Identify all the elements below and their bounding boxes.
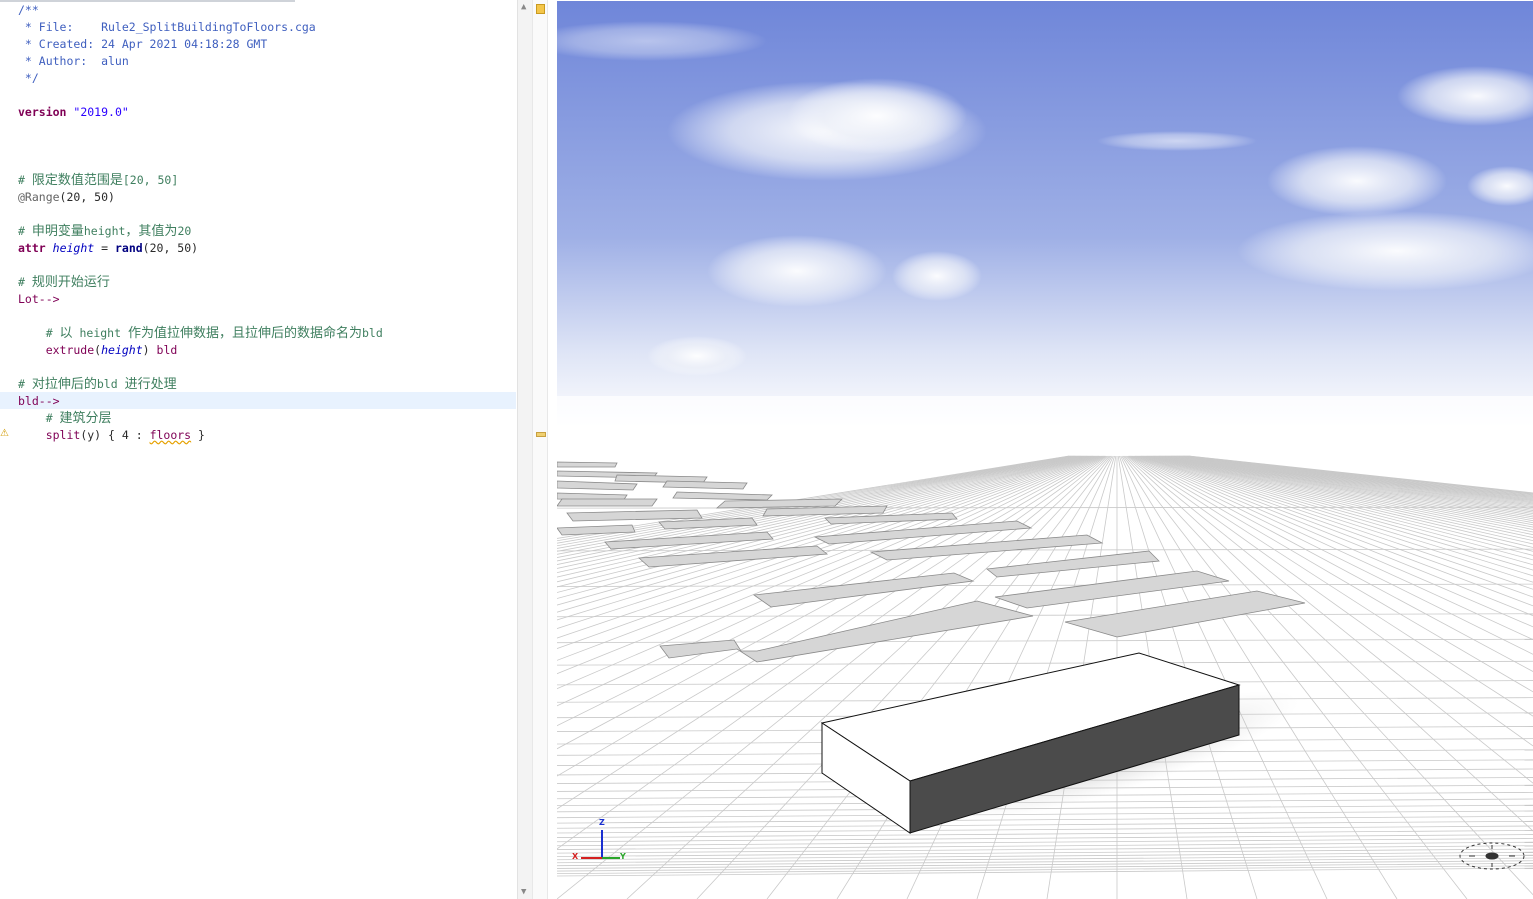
code-token: height [52,241,95,255]
code-token: * File: Rule2_SplitBuildingToFloors.cga [18,20,316,34]
code-token: ) [142,343,157,357]
code-token: bld [156,343,178,357]
code-token: ，其值为 [125,224,178,239]
code-token: height [101,343,143,357]
axis-z-label: Z [599,818,605,827]
axis-y-label: Y [620,852,626,861]
code-line[interactable]: # 限定数值范围是[20, 50] [18,172,178,189]
code-token: # [18,326,60,340]
3d-viewport[interactable]: Z X Y [557,1,1533,899]
code-line[interactable]: * File: Rule2_SplitBuildingToFloors.cga [18,19,316,36]
code-token: # [18,377,32,391]
code-token: "2019.0" [73,105,129,119]
code-token: * Author: alun [18,54,129,68]
overview-warning-marker[interactable] [536,432,546,437]
code-line[interactable]: * Author: alun [18,53,129,70]
code-token: attr [18,241,46,255]
code-token: @Range [18,190,60,204]
code-token: 建筑分层 [59,411,112,426]
code-line[interactable]: # 申明变量height，其值为20 [18,223,191,240]
code-line[interactable]: Lot--> [18,291,60,308]
code-line[interactable]: split(y) { 4 : floors } [18,427,205,444]
code-line[interactable]: attr height = rand(20, 50) [18,240,198,257]
scroll-up-arrow-icon[interactable]: ▲ [521,2,526,12]
code-token: 20 [177,224,192,238]
code-token: height [83,224,126,238]
code-line[interactable]: version "2019.0" [18,104,129,121]
code-token: (y) { 4 : [80,428,150,442]
overview-status-marker[interactable] [536,4,545,14]
code-token: # [18,224,32,238]
scene-canvas[interactable] [557,1,1533,899]
code-token: Lot--> [18,292,60,306]
code-token: split [18,428,81,442]
code-token: 申明变量 [31,224,84,239]
code-token: */ [18,71,39,85]
code-token: [20, 50] [122,173,179,187]
code-token: 作为值拉伸数据，且拉伸后的数据命名为 [127,326,362,341]
code-token: bld--> [18,394,60,408]
code-token: = [94,241,115,255]
code-line[interactable]: */ [18,70,39,87]
code-editor[interactable]: /** * File: Rule2_SplitBuildingToFloors.… [0,0,517,899]
code-token: 进行处理 [124,377,177,392]
code-token: 以 [59,326,73,341]
code-token: floors [149,428,192,442]
code-token: 规则开始运行 [31,275,110,290]
code-line[interactable]: # 以 height 作为值拉伸数据，且拉伸后的数据命名为bld [18,325,383,342]
code-line[interactable]: # 规则开始运行 [18,274,110,291]
code-token: /** [18,3,39,17]
code-line[interactable]: extrude(height) bld [18,342,178,359]
axis-x-label: X [572,852,579,861]
code-line[interactable]: # 对拉伸后的bld 进行处理 [18,376,177,393]
code-line[interactable]: @Range(20, 50) [18,189,115,206]
code-token: height [72,326,128,340]
code-token: } [191,428,205,442]
code-token: * Created: 24 Apr 2021 04:18:28 GMT [18,37,268,51]
code-token: # [18,411,60,425]
warning-icon[interactable]: ⚠ [0,428,9,439]
editor-vertical-scrollbar[interactable]: ▲ ▼ [517,0,533,899]
code-token: (20, 50) [142,241,199,255]
code-token: extrude [18,343,95,357]
code-token: bld [361,326,383,340]
code-line[interactable]: /** [18,2,39,19]
code-token: bld [96,377,125,391]
current-line-highlight [0,392,516,409]
code-token: 限定数值范围是 [31,173,123,188]
code-line[interactable]: # 建筑分层 [18,410,112,427]
code-token: (20, 50) [59,190,115,204]
overview-ruler[interactable] [532,0,548,899]
code-token: rand [114,241,143,255]
editor-tab-border [0,0,295,2]
code-token: # [18,173,32,187]
code-token: 对拉伸后的 [31,377,97,392]
code-line[interactable]: * Created: 24 Apr 2021 04:18:28 GMT [18,36,267,53]
code-token: version [18,105,67,119]
code-token: # [18,275,32,289]
scroll-down-arrow-icon[interactable]: ▼ [521,887,526,897]
code-line[interactable]: bld--> [18,393,60,410]
